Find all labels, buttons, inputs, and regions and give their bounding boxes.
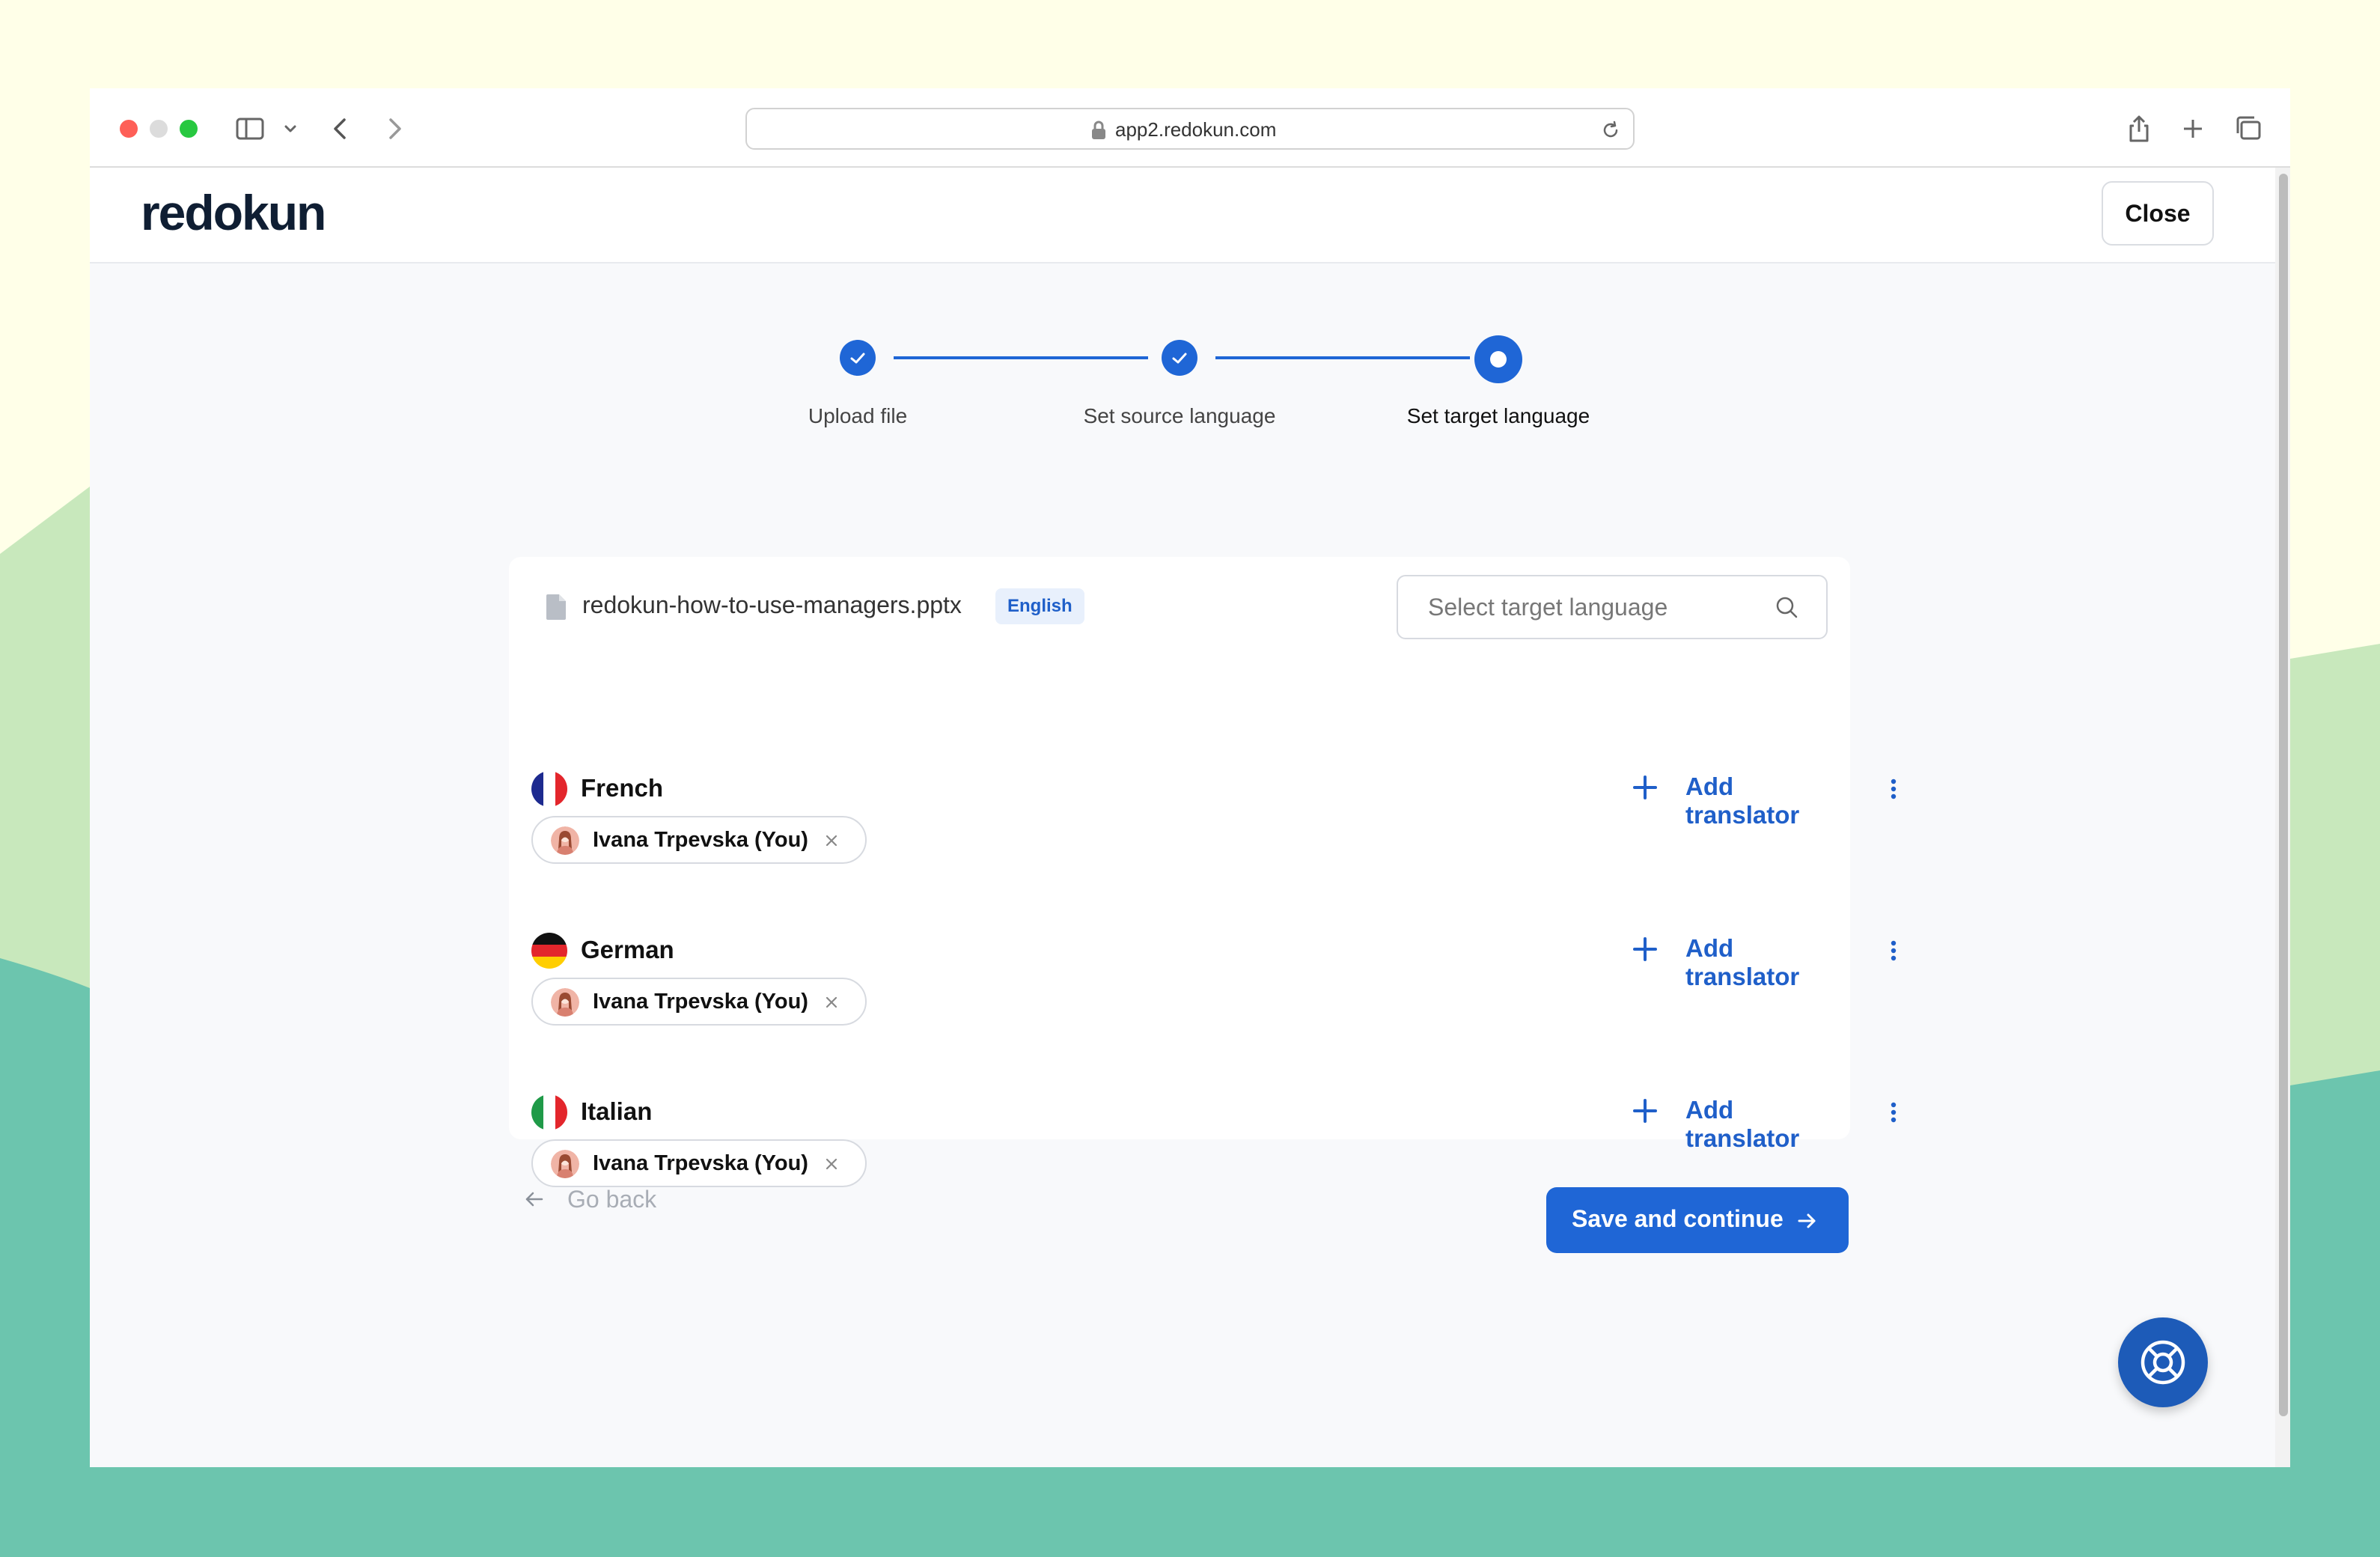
french-flag-icon	[531, 771, 567, 807]
german-flag-icon	[531, 933, 567, 969]
lifebuoy-icon	[2141, 1340, 2185, 1385]
language-row-german: German Add translator Ivana Trpevska (Yo…	[509, 933, 1897, 1082]
tabs-overview-icon[interactable]	[2230, 111, 2266, 147]
translator-name: Ivana Trpevska (You)	[593, 1151, 808, 1175]
browser-toolbar: app2.redokun.com	[90, 88, 2290, 168]
language-name: Italian	[581, 1097, 653, 1125]
scrollbar-thumb[interactable]	[2279, 174, 2288, 1416]
language-row-french: French Add translator Ivana Trpevska (Yo…	[509, 771, 1897, 921]
plus-icon[interactable]	[1632, 936, 1659, 963]
step-label-upload: Upload file	[808, 404, 908, 427]
avatar	[551, 988, 579, 1017]
arrow-left-icon	[525, 1192, 543, 1207]
share-icon[interactable]	[2121, 111, 2157, 147]
remove-translator-icon[interactable]	[823, 1156, 840, 1172]
source-language-badge: English	[995, 588, 1084, 624]
window-zoom-control[interactable]	[180, 120, 198, 138]
url-text: app2.redokun.com	[1115, 118, 1277, 141]
step-label-source: Set source language	[1083, 404, 1276, 427]
step-target-current-icon	[1474, 335, 1522, 383]
plus-icon[interactable]	[1632, 774, 1659, 801]
avatar	[551, 1150, 579, 1178]
lock-icon	[1092, 121, 1105, 139]
step-connector	[1215, 356, 1470, 359]
target-language-search[interactable]	[1397, 575, 1828, 639]
italian-flag-icon	[531, 1094, 567, 1130]
translator-name: Ivana Trpevska (You)	[593, 828, 808, 852]
sidebar-icon[interactable]	[232, 111, 268, 147]
save-and-continue-button[interactable]: Save and continue	[1546, 1187, 1849, 1253]
browser-window: app2.redokun.com redokun Close Upload fi…	[90, 88, 2290, 1467]
target-language-card: redokun-how-to-use-managers.pptx English…	[509, 557, 1897, 1187]
step-source-done-icon	[1162, 340, 1197, 376]
save-and-continue-label: Save and continue	[1572, 1205, 1784, 1232]
add-translator-button[interactable]: Add translator	[1685, 1096, 1850, 1153]
file-name: redokun-how-to-use-managers.pptx	[582, 591, 962, 618]
plus-icon[interactable]	[1632, 1097, 1659, 1124]
arrow-right-icon	[1798, 1213, 1816, 1228]
redokun-logo[interactable]: redokun	[141, 184, 326, 241]
avatar	[551, 826, 579, 855]
more-options-icon[interactable]	[1879, 937, 1908, 964]
translator-chip: Ivana Trpevska (You)	[531, 816, 867, 864]
translator-chip: Ivana Trpevska (You)	[531, 978, 867, 1026]
search-icon[interactable]	[1772, 593, 1802, 623]
more-options-icon[interactable]	[1879, 1099, 1908, 1126]
add-translator-button[interactable]: Add translator	[1685, 934, 1850, 991]
page-scrollbar[interactable]	[2275, 168, 2290, 1467]
remove-translator-icon[interactable]	[823, 832, 840, 849]
close-button[interactable]: Close	[2102, 181, 2214, 246]
back-icon[interactable]	[323, 111, 359, 147]
more-options-icon[interactable]	[1879, 776, 1908, 802]
step-connector	[894, 356, 1148, 359]
new-tab-icon[interactable]	[2175, 111, 2211, 147]
remove-translator-icon[interactable]	[823, 994, 840, 1011]
translator-name: Ivana Trpevska (You)	[593, 990, 808, 1014]
chevron-down-icon[interactable]	[278, 111, 302, 147]
help-button[interactable]	[2118, 1317, 2208, 1407]
app-header: redokun Close	[90, 168, 2275, 263]
window-minimize-control[interactable]	[150, 120, 168, 138]
go-back-button[interactable]: Go back	[509, 1177, 659, 1222]
go-back-label: Go back	[567, 1186, 657, 1213]
target-language-input[interactable]	[1428, 576, 1757, 638]
reload-icon[interactable]	[1599, 118, 1623, 142]
file-icon	[546, 594, 566, 620]
add-translator-button[interactable]: Add translator	[1685, 773, 1850, 829]
language-name: German	[581, 936, 674, 963]
language-name: French	[581, 774, 664, 802]
address-bar[interactable]: app2.redokun.com	[745, 108, 1635, 150]
window-close-control[interactable]	[120, 120, 138, 138]
step-label-target: Set target language	[1406, 404, 1590, 427]
step-upload-done-icon	[840, 340, 876, 376]
forward-icon[interactable]	[376, 111, 412, 147]
